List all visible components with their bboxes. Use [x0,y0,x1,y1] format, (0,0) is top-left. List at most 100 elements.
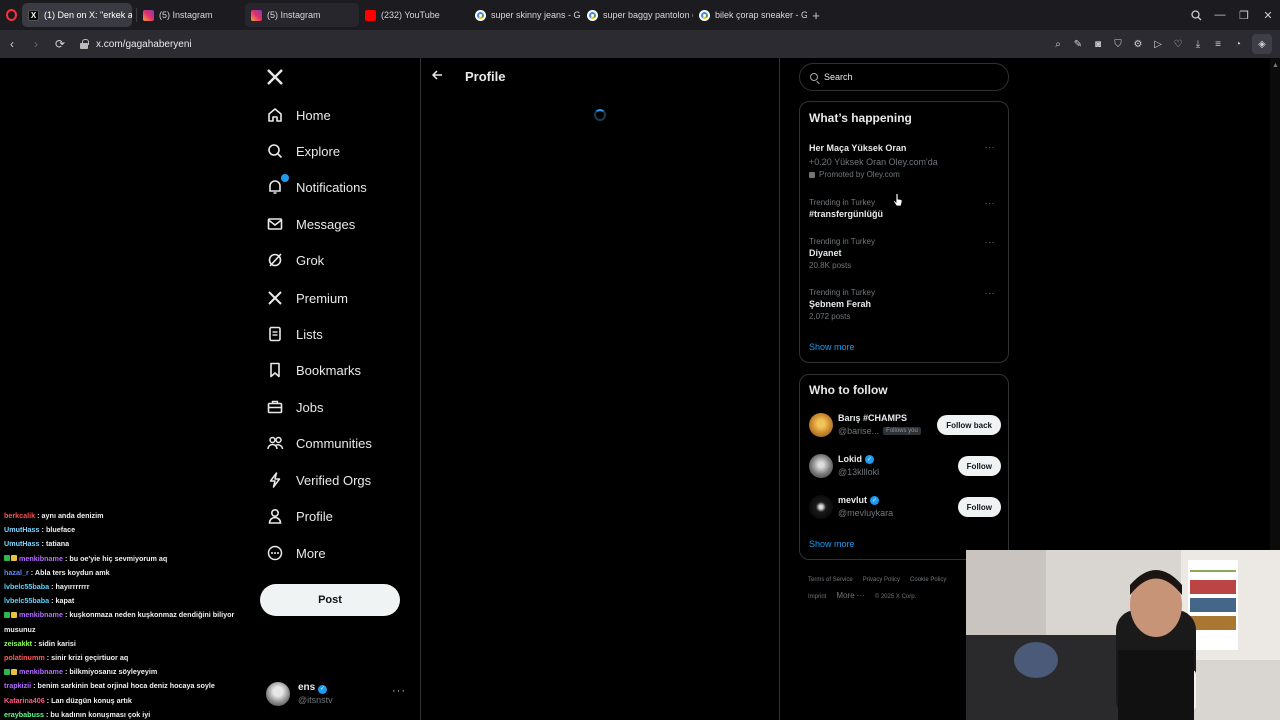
follow-button[interactable]: Follow [957,497,1001,517]
trend-item[interactable]: Trending in Turkey Şebnem Ferah 2,072 po… [809,288,1001,322]
user-handle: @13klllokl [838,467,880,477]
sub-badge-icon [11,668,17,675]
nav-label: Explore [296,143,341,159]
back-arrow-icon[interactable] [431,68,443,84]
tab-google-1[interactable]: super skinny jeans - Goog [469,3,581,27]
nav-grok[interactable]: Grok [266,245,324,275]
zoom-search-icon[interactable]: ⌕ [1048,34,1068,54]
reload-icon[interactable]: ⟳ [48,32,72,56]
nav-notifications[interactable]: Notifications [266,172,367,202]
url-field[interactable]: x.com/gagahaberyeni [96,39,192,50]
nav-premium[interactable]: Premium [266,283,348,313]
camera-icon[interactable]: ◙ [1088,34,1108,54]
x-logo-icon[interactable] [266,66,288,88]
trend-item[interactable]: Trending in Turkey Diyanet 20.8K posts ·… [809,237,1001,271]
nav-home[interactable]: Home [266,100,331,130]
more-dots-icon[interactable]: ··· [985,198,996,208]
list-icon [266,325,284,343]
heart-icon[interactable]: ♡ [1168,34,1188,54]
window-controls: — ❐ ✕ [1184,0,1280,30]
footer-link[interactable]: Imprint [808,594,826,600]
nav-explore[interactable]: Explore [266,136,340,166]
search-input[interactable]: Search [799,63,1009,91]
new-tab-plus-icon[interactable]: + [807,6,825,24]
verified-badge-icon: ✓ [870,495,880,505]
tab-google-2[interactable]: super baggy pantolon erk [581,3,693,27]
follow-suggestion[interactable]: mevlut ✓ @mevluykara Follow [809,493,1001,523]
tab-x[interactable]: X (1) Den on X: "erkek adam [22,3,132,27]
trend-posts: 2,072 posts [809,312,851,321]
opera-logo-icon[interactable] [0,0,22,30]
scroll-up-arrow-icon[interactable]: ▲ [1272,62,1279,72]
follow-button[interactable]: Follow [957,456,1001,476]
chat-message: lvbelc55baba : hayırrrrrrr [4,582,90,592]
nav-label: Communities [296,435,372,451]
sub-badge-icon [11,555,17,562]
search-tabs-icon[interactable] [1184,0,1208,30]
close-window-icon[interactable]: ✕ [1256,0,1280,30]
promoted-trend[interactable]: Her Maça Yüksek Oran +0.20 Yüksek Oran O… [809,142,1001,180]
trend-name: #transfergünlüğü [809,209,884,219]
more-dots-icon[interactable]: ··· [985,288,996,298]
tab-youtube[interactable]: (232) YouTube [359,3,469,27]
follow-suggestion[interactable]: Barış #CHAMPS @barise... Follows you Foll… [809,411,1001,441]
main-column: Profile [420,58,780,720]
sub-badge-icon [11,611,17,618]
nav-jobs[interactable]: Jobs [266,392,323,422]
people-icon [266,434,284,452]
tab-instagram-1[interactable]: (5) Instagram [137,3,245,27]
more-dots-icon[interactable]: ··· [392,685,406,697]
nav-label: Home [296,107,331,123]
user-handle: @barise... Follows you [838,426,921,436]
more-dots-icon[interactable]: ··· [985,237,996,247]
nav-label: Premium [296,290,349,306]
nav-lists[interactable]: Lists [266,319,323,349]
footer-link[interactable]: Privacy Policy [863,577,900,583]
follow-back-button[interactable]: Follow back [937,415,1001,435]
menu-icon[interactable]: ≡ [1208,34,1228,54]
footer-link[interactable]: Terms of Service [808,577,853,583]
home-icon [266,106,284,124]
trend-name: Diyanet [809,248,842,258]
shield-icon[interactable]: ⛉ [1108,34,1128,54]
trend-item[interactable]: Trending in Turkey #transfergünlüğü ··· [809,198,1001,221]
nav-communities[interactable]: Communities [266,428,372,458]
google-icon [475,9,486,21]
nav-label: Grok [296,252,325,268]
minimize-icon[interactable]: — [1208,0,1232,30]
hand-cursor-icon [892,193,903,207]
show-more-link[interactable]: Show more [809,539,855,549]
vpn-icon[interactable]: ◈ [1252,34,1272,54]
footer-link[interactable]: More ··· [836,591,864,600]
nav-profile[interactable]: Profile [266,501,333,531]
bookmark-icon [266,361,284,379]
follow-suggestion[interactable]: Lokid ✓ @13klllokl Follow [809,452,1001,482]
download-icon[interactable]: ⤓ [1188,34,1208,54]
show-more-link[interactable]: Show more [809,342,855,352]
trend-category: Trending in Turkey [809,237,875,246]
edit-icon[interactable]: ✎ [1068,34,1088,54]
trend-name: Şebnem Ferah [809,299,872,309]
nav-label: Notifications [296,179,367,195]
back-icon[interactable]: ‹ [0,32,24,56]
tab-google-3[interactable]: bilek çorap sneaker - Goo [693,3,807,27]
player-icon[interactable]: ▷ [1148,34,1168,54]
profile-icon[interactable]: ◔ [1228,34,1248,54]
footer-link[interactable]: Cookie Policy [910,577,946,583]
trend-description: +0.20 Yüksek Oran Oley.com'da [809,157,938,167]
post-button[interactable]: Post [260,584,400,616]
panel-title: Who to follow [809,383,888,397]
nav-verified-orgs[interactable]: Verified Orgs [266,465,371,495]
person-icon [266,507,284,525]
account-switcher[interactable]: ens ✓ @itsnstv ··· [266,679,416,709]
more-dots-icon[interactable]: ··· [985,142,996,152]
user-name: Lokid ✓ [838,454,874,464]
extension-icon[interactable]: ⚙ [1128,34,1148,54]
forward-icon[interactable]: › [24,32,48,56]
panel-title: What’s happening [809,111,912,125]
nav-messages[interactable]: Messages [266,209,355,239]
nav-more[interactable]: More [266,538,326,568]
nav-bookmarks[interactable]: Bookmarks [266,355,361,385]
maximize-icon[interactable]: ❐ [1232,0,1256,30]
tab-instagram-2[interactable]: (5) Instagram [245,3,359,27]
